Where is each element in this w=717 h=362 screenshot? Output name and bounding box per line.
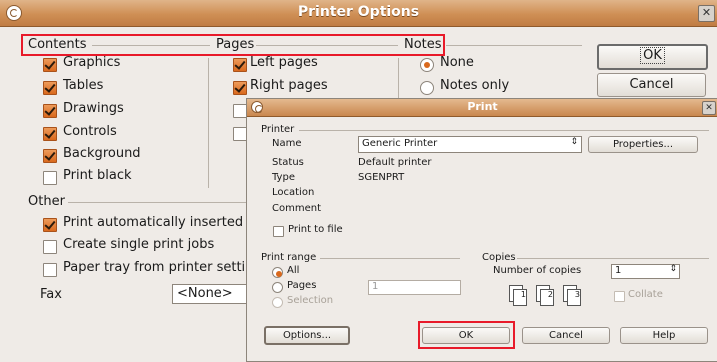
fax-select[interactable]: <None> bbox=[172, 284, 248, 304]
background-checkbox[interactable] bbox=[43, 149, 57, 163]
type-label: Type bbox=[272, 172, 295, 183]
right-pages-checkbox[interactable] bbox=[233, 81, 247, 95]
select-arrows-icon: ⇕ bbox=[570, 137, 578, 147]
print-black-checkbox[interactable] bbox=[43, 171, 57, 185]
status-label: Status bbox=[272, 157, 304, 168]
notes-only-label: Notes only bbox=[440, 78, 510, 93]
single-jobs-label: Create single print jobs bbox=[63, 237, 215, 252]
left-pages-checkbox[interactable] bbox=[233, 58, 247, 72]
paper-tray-label: Paper tray from printer settings bbox=[63, 260, 246, 275]
auto-inserted-checkbox[interactable] bbox=[43, 218, 57, 232]
print-dialog-titlebar: Print ✕ bbox=[247, 99, 717, 117]
divider bbox=[320, 258, 460, 259]
graphics-checkbox[interactable] bbox=[43, 58, 57, 72]
notes-none-radio[interactable] bbox=[420, 58, 434, 72]
status-value: Default printer bbox=[358, 157, 432, 168]
range-all-radio[interactable] bbox=[272, 267, 283, 278]
range-selection-label: Selection bbox=[287, 295, 334, 306]
section-other: Other bbox=[28, 194, 65, 209]
print-dialog-title: Print bbox=[467, 100, 498, 113]
printer-section: Printer bbox=[261, 124, 295, 135]
printer-name-select[interactable]: Generic Printer ⇕ bbox=[358, 136, 582, 153]
fax-select-value: <None> bbox=[177, 286, 233, 301]
pages-input[interactable]: 1 bbox=[368, 280, 461, 295]
help-button-label: Help bbox=[652, 330, 676, 341]
properties-button-label: Properties... bbox=[612, 139, 674, 150]
paper-tray-checkbox[interactable] bbox=[43, 263, 57, 277]
ok-button-label: OK bbox=[640, 47, 665, 64]
controls-checkbox[interactable] bbox=[43, 127, 57, 141]
collate-checkbox[interactable] bbox=[614, 291, 625, 302]
dialog-close-icon[interactable]: ✕ bbox=[702, 101, 716, 115]
controls-label: Controls bbox=[63, 124, 117, 139]
highlight-section-headers bbox=[21, 34, 445, 56]
highlight-print-ok bbox=[418, 321, 515, 349]
close-icon[interactable]: ✕ bbox=[698, 5, 715, 22]
type-value: SGENPRT bbox=[358, 172, 405, 183]
options-button-label: Options... bbox=[282, 330, 332, 341]
fax-label: Fax bbox=[40, 287, 62, 302]
divider bbox=[68, 202, 248, 203]
divider bbox=[398, 58, 399, 98]
print-to-file-checkbox[interactable] bbox=[273, 226, 284, 237]
properties-button[interactable]: Properties... bbox=[588, 136, 698, 153]
ok-button[interactable]: OK bbox=[597, 44, 708, 70]
auto-inserted-label: Print automatically inserted bla bbox=[63, 215, 246, 230]
name-label: Name bbox=[272, 138, 302, 149]
left-pages-label: Left pages bbox=[250, 55, 318, 70]
divider bbox=[208, 58, 209, 188]
pages-checkbox-4[interactable] bbox=[233, 127, 247, 141]
range-all-label: All bbox=[287, 265, 300, 276]
window-title: Printer Options bbox=[297, 4, 420, 20]
copy-page-icon: 2 bbox=[540, 289, 554, 306]
window-titlebar: Printer Options ✕ bbox=[0, 0, 717, 27]
notes-none-label: None bbox=[440, 55, 474, 70]
spinner-icon[interactable]: ⇕ bbox=[669, 264, 677, 274]
divider bbox=[517, 258, 709, 259]
print-to-file-label: Print to file bbox=[288, 224, 343, 235]
right-pages-label: Right pages bbox=[250, 78, 328, 93]
range-selection-radio[interactable] bbox=[272, 297, 283, 308]
notes-only-radio[interactable] bbox=[420, 81, 434, 95]
graphics-label: Graphics bbox=[63, 55, 121, 70]
background-label: Background bbox=[63, 146, 141, 161]
print-cancel-button[interactable]: Cancel bbox=[522, 327, 610, 344]
divider bbox=[446, 45, 582, 46]
print-range-section: Print range bbox=[261, 252, 317, 263]
copy-page-icon: 3 bbox=[567, 289, 581, 306]
divider bbox=[299, 130, 709, 131]
pages-input-value: 1 bbox=[372, 281, 379, 292]
drawings-label: Drawings bbox=[63, 101, 124, 116]
drawings-checkbox[interactable] bbox=[43, 104, 57, 118]
tables-label: Tables bbox=[63, 78, 104, 93]
range-pages-radio[interactable] bbox=[272, 282, 283, 293]
copies-input[interactable]: 1 ⇕ bbox=[611, 264, 680, 279]
print-black-label: Print black bbox=[63, 168, 132, 183]
cancel-button[interactable]: Cancel bbox=[597, 73, 706, 97]
pages-checkbox-3[interactable] bbox=[233, 104, 247, 118]
copies-input-value: 1 bbox=[615, 265, 622, 276]
copy-page-icon: 1 bbox=[513, 289, 527, 306]
copies-section: Copies bbox=[482, 252, 516, 263]
collate-label: Collate bbox=[628, 289, 663, 300]
help-button[interactable]: Help bbox=[620, 327, 708, 344]
options-button[interactable]: Options... bbox=[264, 326, 350, 345]
single-jobs-checkbox[interactable] bbox=[43, 240, 57, 254]
print-dialog: Print ✕ Printer Name Generic Printer ⇕ P… bbox=[246, 98, 717, 362]
tables-checkbox[interactable] bbox=[43, 81, 57, 95]
range-pages-label: Pages bbox=[287, 280, 317, 291]
printer-name-value: Generic Printer bbox=[362, 138, 438, 149]
cancel-button-label: Cancel bbox=[629, 77, 674, 92]
number-of-copies-label: Number of copies bbox=[493, 265, 582, 276]
print-cancel-button-label: Cancel bbox=[549, 330, 583, 341]
location-label: Location bbox=[272, 187, 315, 198]
comment-label: Comment bbox=[272, 203, 321, 214]
